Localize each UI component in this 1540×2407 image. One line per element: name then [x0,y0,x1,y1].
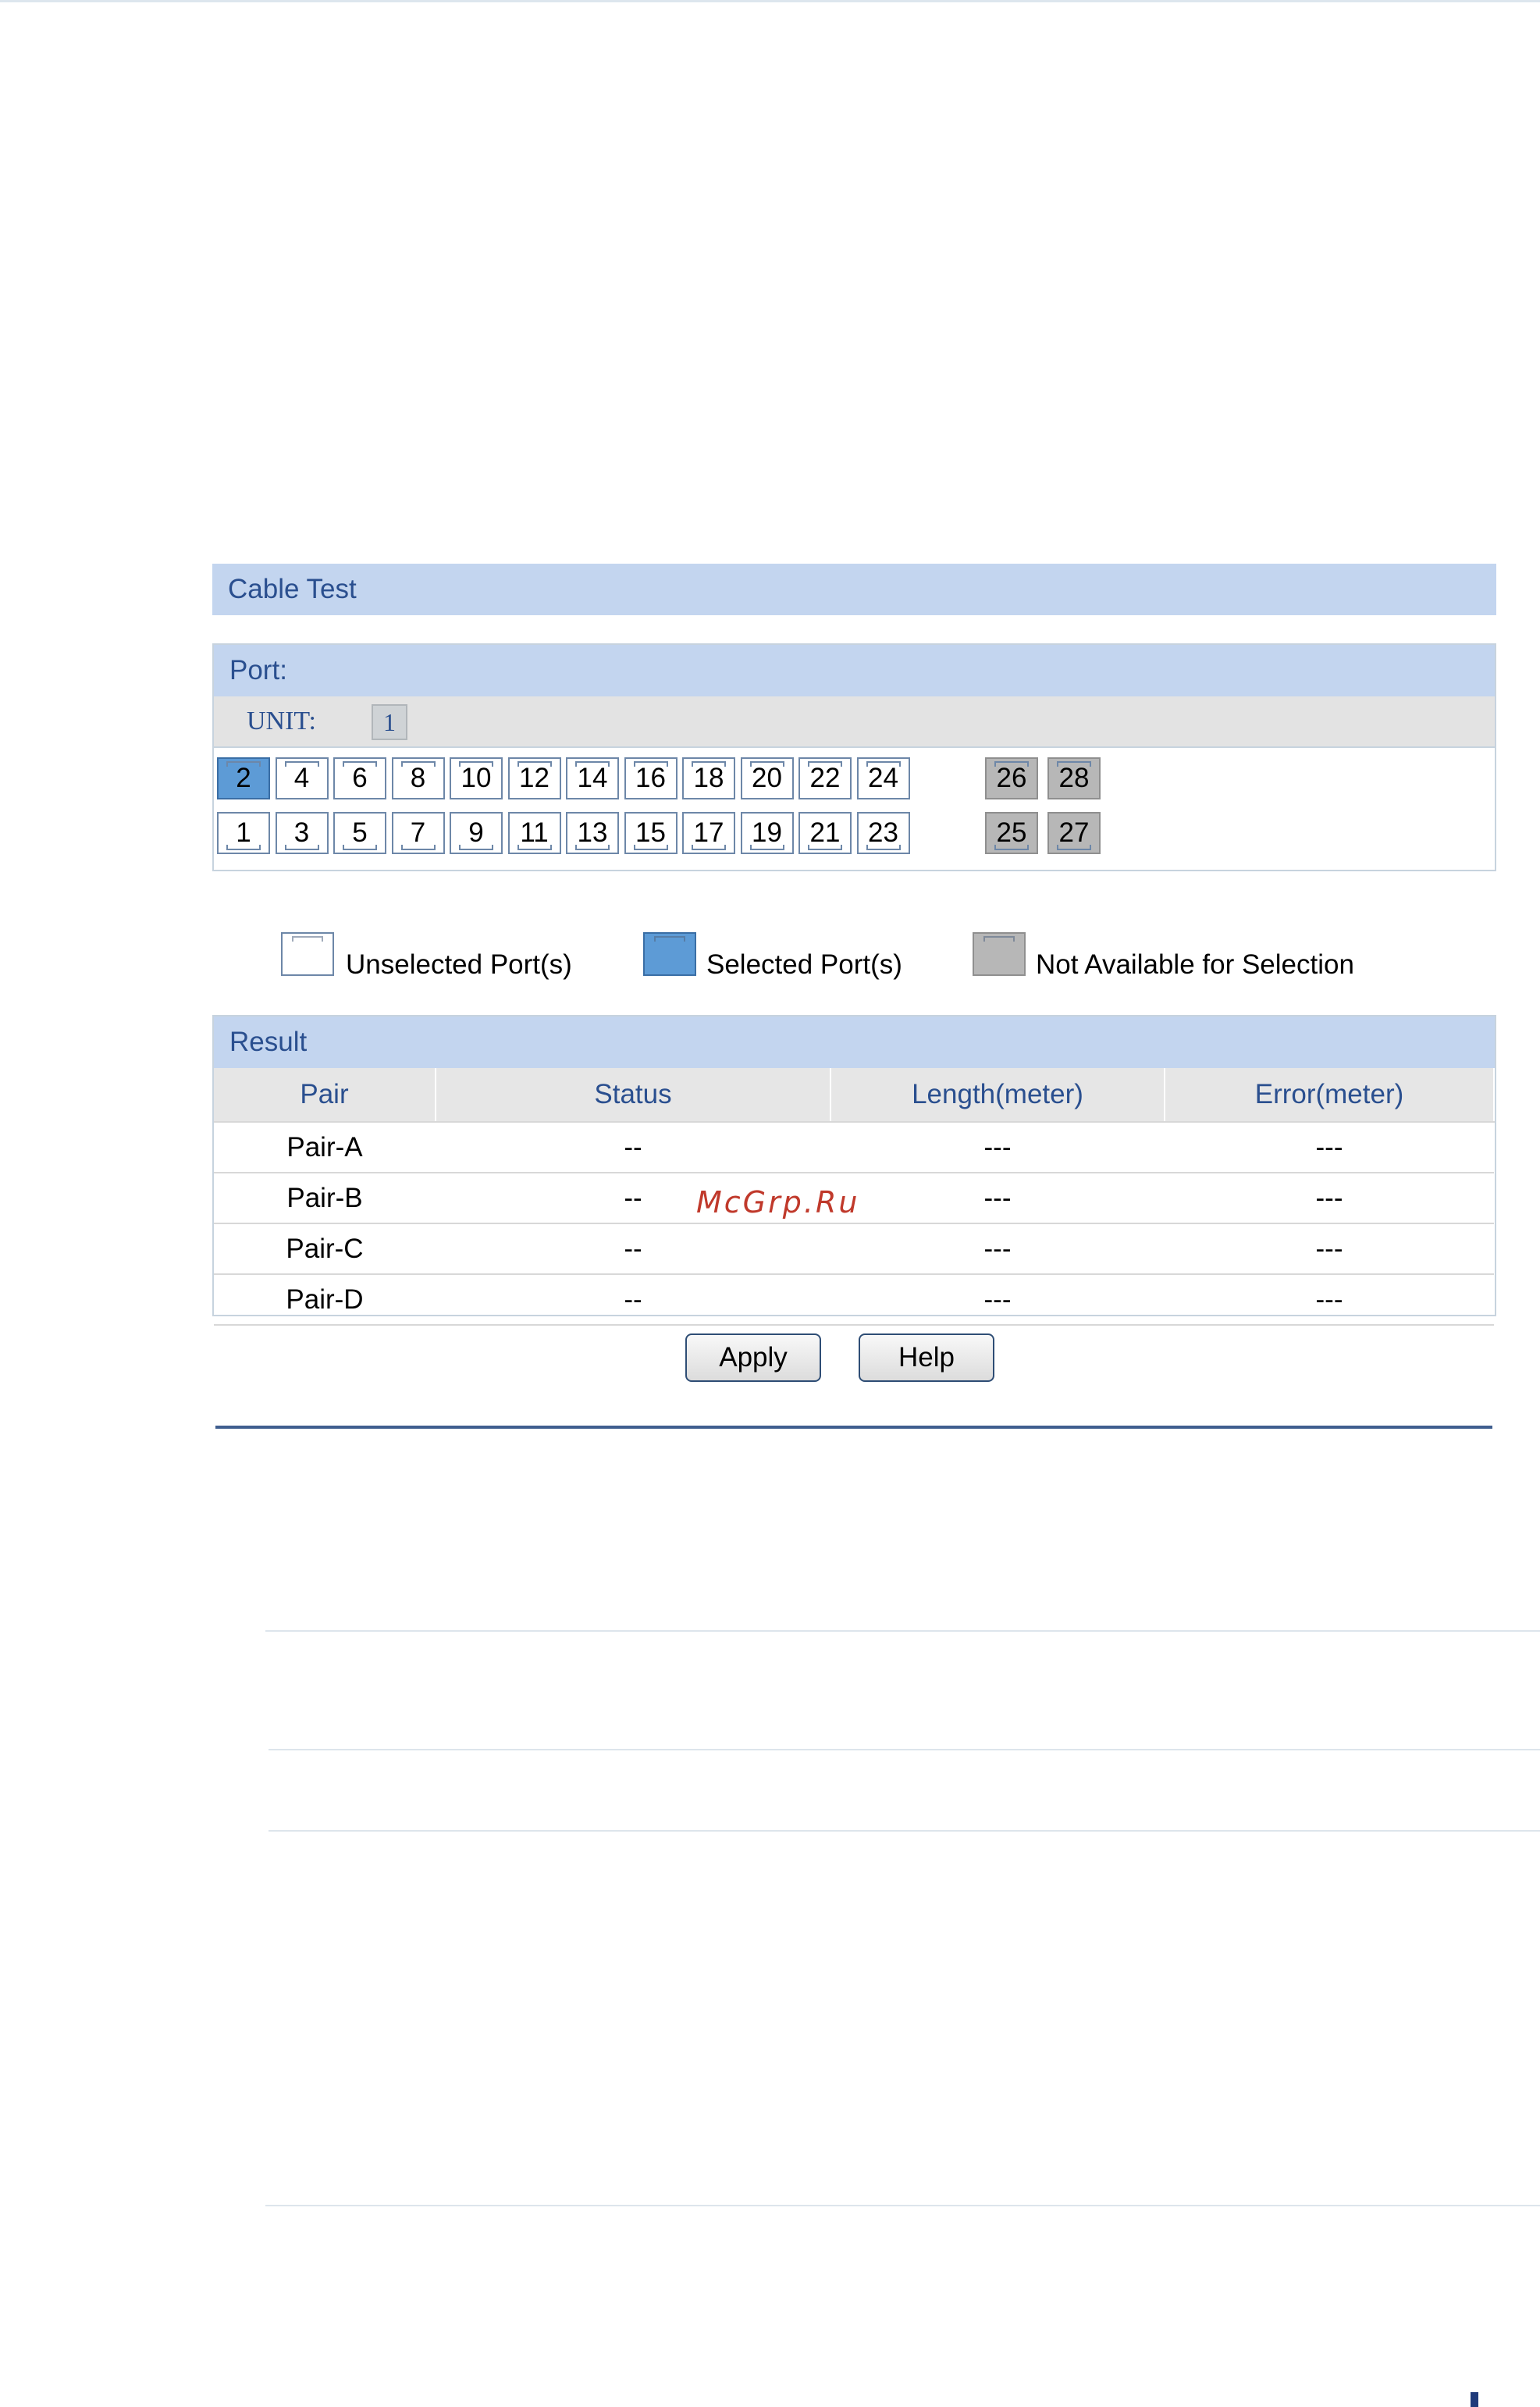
watermark: McGrp.Ru [696,1185,860,1220]
port-22-button[interactable]: 22 [798,757,852,799]
table-row: Pair-A -- --- --- [214,1122,1494,1173]
port-18-button[interactable]: 18 [682,757,735,799]
status-cell: -- [436,1122,830,1173]
status-cell: -- [436,1223,830,1275]
legend-not-available: Not Available for Selection [1036,949,1354,980]
unavailable-port-icon [973,932,1026,976]
table-rule [265,1630,1540,1632]
status-cell: -- [436,1274,830,1326]
length-cell: --- [830,1274,1165,1326]
top-rule [0,0,1540,2]
port-20-button[interactable]: 20 [740,757,794,799]
port-19-button[interactable]: 19 [740,812,794,854]
legend-unselected: Unselected Port(s) [346,949,572,980]
port-7-button[interactable]: 7 [391,812,445,854]
table-rule [269,1830,1540,1832]
cable-test-title: Cable Test [228,574,357,604]
pair-cell: Pair-D [214,1274,436,1326]
port-14-button[interactable]: 14 [566,757,619,799]
port-6-button[interactable]: 6 [333,757,386,799]
port-9-button[interactable]: 9 [450,812,503,854]
error-cell: --- [1165,1173,1494,1224]
length-cell: --- [830,1173,1165,1224]
unit-1-button[interactable]: 1 [372,704,407,740]
page-marker [1471,2392,1478,2407]
port-13-button[interactable]: 13 [566,812,619,854]
port-header: Port: [214,645,1495,696]
port-title: Port: [229,655,287,685]
port-15-button[interactable]: 15 [624,812,678,854]
table-rule [269,1749,1540,1750]
port-10-button[interactable]: 10 [450,757,503,799]
port-11-button[interactable]: 11 [507,812,561,854]
unit-label: UNIT: [247,707,316,735]
port-16-button[interactable]: 16 [624,757,678,799]
col-pair: Pair [214,1068,436,1123]
unit-row: UNIT: 1 [214,696,1495,748]
port-12-button[interactable]: 12 [507,757,561,799]
result-header-row: Pair Status Length(meter) Error(meter) [214,1068,1495,1123]
port-25-button: 25 [985,812,1038,854]
error-cell: --- [1165,1122,1494,1173]
port-23-button[interactable]: 23 [856,812,910,854]
col-error: Error(meter) [1165,1068,1495,1123]
port-21-button[interactable]: 21 [798,812,852,854]
port-4-button[interactable]: 4 [275,757,329,799]
result-panel: Result Pair Status Length(meter) Error(m… [212,1015,1496,1326]
port-28-button: 28 [1047,757,1101,799]
table-rule [265,2205,1540,2206]
error-cell: --- [1165,1274,1494,1326]
result-title: Result [229,1027,308,1057]
col-status: Status [436,1068,831,1123]
error-cell: --- [1165,1223,1494,1275]
legend-selected: Selected Port(s) [706,949,902,980]
help-button[interactable]: Help [859,1333,994,1382]
table-row: Pair-C -- --- --- [214,1223,1494,1275]
cable-test-header: Cable Test [212,564,1496,615]
apply-button[interactable]: Apply [685,1333,821,1382]
pair-cell: Pair-A [214,1122,436,1173]
pair-cell: Pair-C [214,1223,436,1275]
col-length: Length(meter) [830,1068,1165,1123]
port-27-button: 27 [1047,812,1101,854]
length-cell: --- [830,1223,1165,1275]
port-1-button[interactable]: 1 [217,812,270,854]
port-26-button: 26 [985,757,1038,799]
port-5-button[interactable]: 5 [333,812,386,854]
result-header: Result [214,1017,1495,1068]
table-row: Pair-D -- --- --- [214,1274,1494,1326]
port-panel: Port: UNIT: 1 2 4 6 8 10 12 14 16 18 20 22 24 26 28 1 3… [212,643,1496,871]
port-3-button[interactable]: 3 [275,812,329,854]
pair-cell: Pair-B [214,1173,436,1224]
port-2-button[interactable]: 2 [217,757,270,799]
unselected-port-icon [281,932,334,976]
length-cell: --- [830,1122,1165,1173]
port-24-button[interactable]: 24 [856,757,910,799]
port-17-button[interactable]: 17 [682,812,735,854]
section-divider [215,1426,1492,1429]
port-8-button[interactable]: 8 [391,757,445,799]
selected-port-icon [643,932,696,976]
